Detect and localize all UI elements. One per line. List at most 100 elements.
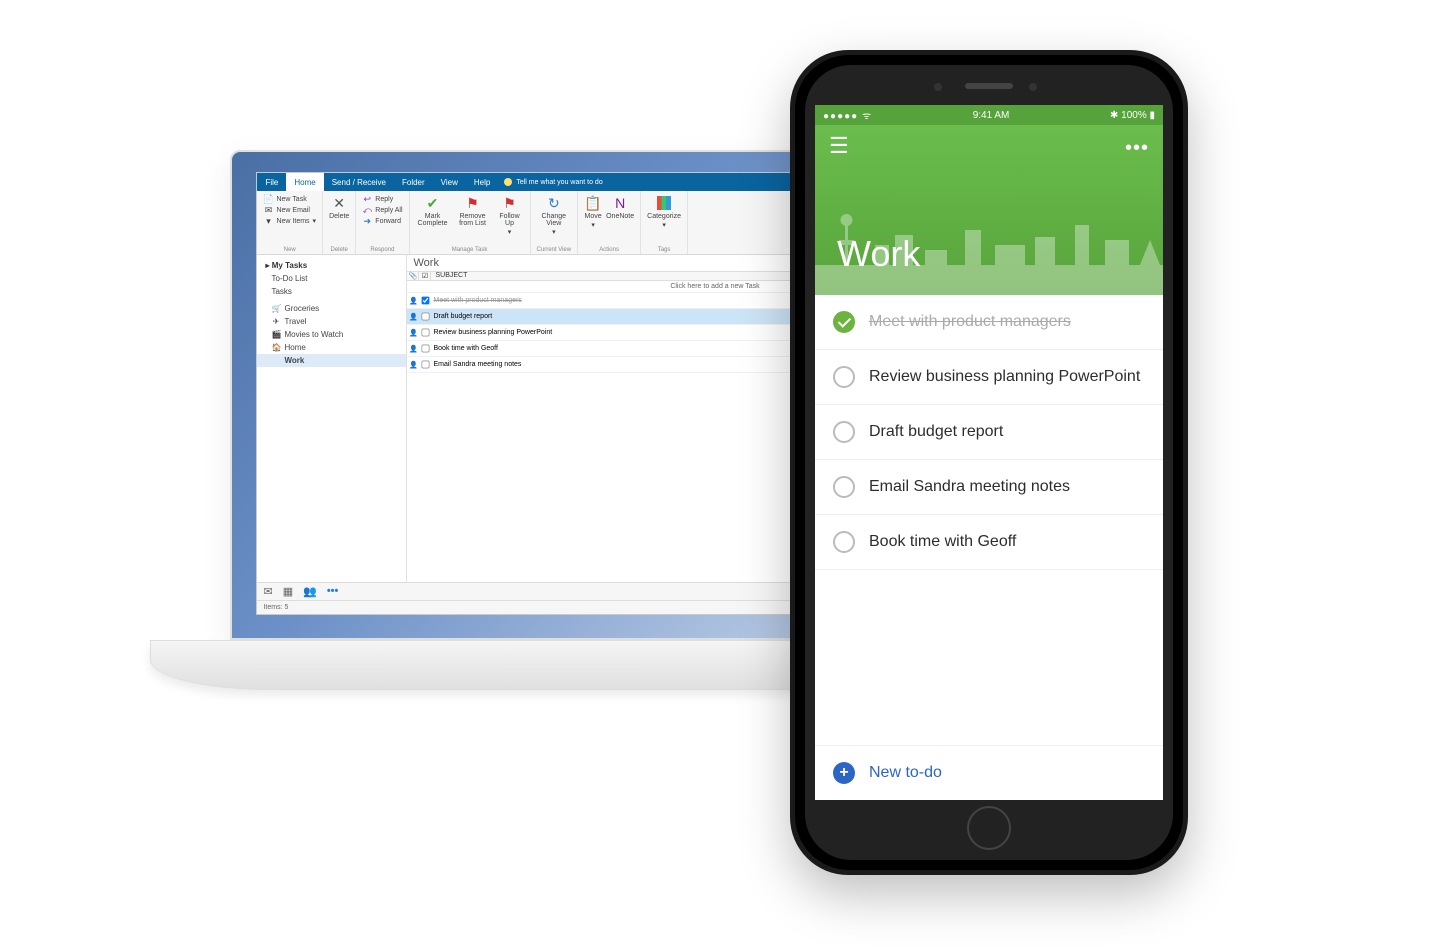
sidebar-tasks[interactable]: Tasks — [257, 285, 406, 298]
ribbon-group-new: 📄New Task ✉New Email ▾New Items ▾ New — [257, 191, 323, 254]
phone-screen: ●●●●● ᯤ 9:41 AM ✱ 100% ▮ — [815, 105, 1163, 800]
tab-help[interactable]: Help — [466, 173, 498, 191]
tell-me-label: Tell me what you want to do — [516, 179, 602, 186]
more-nav-icon[interactable]: ••• — [327, 585, 339, 598]
task-checkbox[interactable] — [419, 326, 431, 339]
list-item[interactable]: Draft budget report — [815, 405, 1163, 460]
change-view-icon: ↻ — [545, 194, 563, 212]
col-complete[interactable]: ☑ — [419, 272, 431, 280]
outlook-sidebar: ▸ My Tasks To-Do List Tasks 🛒Groceries ✈… — [257, 255, 407, 582]
tab-home[interactable]: Home — [286, 173, 323, 191]
list-item[interactable]: Meet with product managers — [815, 295, 1163, 350]
sidebar-item-home[interactable]: 🏠Home — [257, 341, 406, 354]
group-label: Respond — [362, 247, 402, 253]
new-items-icon: ▾ — [263, 216, 273, 226]
lightbulb-icon — [504, 178, 512, 186]
onenote-button[interactable]: NOneNote — [606, 194, 634, 229]
move-button[interactable]: 📋Move ▾ — [584, 194, 602, 229]
task-type-icon: 👤 — [407, 297, 419, 305]
list-item[interactable]: Book time with Geoff — [815, 515, 1163, 570]
new-items-button[interactable]: ▾New Items ▾ — [263, 216, 316, 226]
front-camera — [934, 83, 942, 91]
tell-me-search[interactable]: Tell me what you want to do — [498, 178, 608, 186]
ribbon-group-tags: Categorize ▾ Tags — [641, 191, 688, 254]
status-items: Items: 5 — [263, 604, 288, 611]
change-view-button[interactable]: ↻Change View ▾ — [537, 194, 572, 236]
home-icon: 🏠 — [271, 343, 280, 352]
task-label: Review business planning PowerPoint — [869, 368, 1140, 386]
phone-task-list[interactable]: Meet with product managers Review busines… — [815, 295, 1163, 745]
check-icon: ✔ — [424, 194, 442, 212]
mark-complete-button[interactable]: ✔Mark Complete — [416, 194, 450, 236]
check-circle-icon[interactable] — [833, 311, 855, 333]
tab-folder[interactable]: Folder — [394, 173, 433, 191]
new-email-button[interactable]: ✉New Email — [263, 205, 316, 215]
task-checkbox[interactable] — [419, 358, 431, 371]
forward-button[interactable]: ➜Forward — [362, 216, 402, 226]
flag-icon: ⚑ — [501, 194, 519, 212]
list-item[interactable]: Review business planning PowerPoint — [815, 350, 1163, 405]
group-label: Actions — [584, 247, 634, 253]
mail-nav-icon[interactable]: ✉ — [263, 585, 272, 598]
tab-send-receive[interactable]: Send / Receive — [324, 173, 394, 191]
sensor — [1029, 83, 1037, 91]
new-todo-button[interactable]: + New to-do — [815, 745, 1163, 800]
mail-icon: ✉ — [263, 205, 273, 215]
ribbon-group-current-view: ↻Change View ▾ Current View — [531, 191, 579, 254]
status-time: 9:41 AM — [973, 110, 1010, 121]
task-checkbox[interactable] — [419, 294, 431, 307]
sidebar-item-work[interactable]: Work — [257, 354, 406, 367]
sidebar-item-travel[interactable]: ✈Travel — [257, 315, 406, 328]
task-icon: 📄 — [263, 194, 273, 204]
new-task-button[interactable]: 📄New Task — [263, 194, 316, 204]
status-battery: ✱ 100% ▮ — [1110, 110, 1155, 121]
task-type-icon: 👤 — [407, 345, 419, 353]
calendar-nav-icon[interactable]: ▦ — [283, 585, 293, 598]
more-options-button[interactable]: ••• — [1125, 137, 1149, 160]
follow-up-button[interactable]: ⚑Follow Up ▾ — [496, 194, 524, 236]
task-type-icon: 👤 — [407, 313, 419, 321]
ribbon-group-respond: ↩Reply ⤺Reply All ➜Forward Respond — [356, 191, 409, 254]
tab-file[interactable]: File — [257, 173, 286, 191]
list-item[interactable]: Email Sandra meeting notes — [815, 460, 1163, 515]
earpiece — [965, 83, 1013, 89]
task-label: Book time with Geoff — [869, 533, 1016, 551]
circle-icon[interactable] — [833, 531, 855, 553]
task-checkbox[interactable] — [419, 310, 431, 323]
circle-icon[interactable] — [833, 366, 855, 388]
reply-all-button[interactable]: ⤺Reply All — [362, 205, 402, 215]
onenote-icon: N — [611, 194, 629, 212]
ribbon-group-actions: 📋Move ▾ NOneNote Actions — [578, 191, 641, 254]
phone-device: ●●●●● ᯤ 9:41 AM ✱ 100% ▮ — [790, 50, 1188, 875]
blank-icon — [271, 356, 280, 365]
phone-list-header: ☰ ••• Work — [815, 125, 1163, 295]
tab-view[interactable]: View — [433, 173, 466, 191]
sidebar-item-movies[interactable]: 🎬Movies to Watch — [257, 328, 406, 341]
delete-button[interactable]: ✕ Delete — [329, 194, 349, 220]
categorize-button[interactable]: Categorize ▾ — [647, 194, 681, 229]
group-label: Tags — [647, 247, 681, 253]
home-button[interactable] — [967, 806, 1011, 850]
circle-icon[interactable] — [833, 421, 855, 443]
sidebar-item-groceries[interactable]: 🛒Groceries — [257, 302, 406, 315]
col-icon[interactable]: 📎 — [407, 272, 419, 280]
sidebar-my-tasks[interactable]: ▸ My Tasks — [257, 259, 406, 272]
delete-icon: ✕ — [330, 194, 348, 212]
task-type-icon: 👤 — [407, 329, 419, 337]
signal-icon: ●●●●● ᯤ — [823, 108, 872, 122]
sidebar-todo-list[interactable]: To-Do List — [257, 272, 406, 285]
people-nav-icon[interactable]: 👥 — [303, 585, 317, 598]
group-label: Delete — [329, 247, 349, 253]
group-label: Manage Task — [416, 247, 524, 253]
menu-button[interactable]: ☰ — [829, 135, 1149, 157]
remove-from-list-button[interactable]: ⚑Remove from List — [454, 194, 492, 236]
group-label: Current View — [537, 247, 572, 253]
circle-icon[interactable] — [833, 476, 855, 498]
task-checkbox[interactable] — [419, 342, 431, 355]
group-label: New — [263, 247, 316, 253]
task-type-icon: 👤 — [407, 361, 419, 369]
ribbon-group-manage-task: ✔Mark Complete ⚑Remove from List ⚑Follow… — [410, 191, 531, 254]
cart-icon: 🛒 — [271, 304, 280, 313]
reply-button[interactable]: ↩Reply — [362, 194, 402, 204]
reply-icon: ↩ — [362, 194, 372, 204]
